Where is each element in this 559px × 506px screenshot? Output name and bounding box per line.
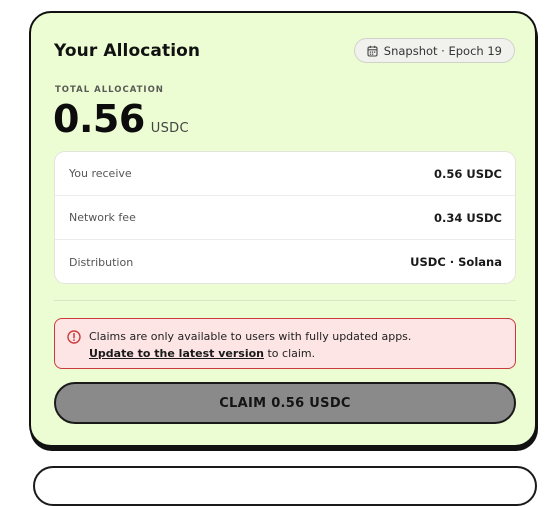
update-required-alert: Claims are only available to users with …: [54, 318, 516, 369]
alert-suffix: to claim.: [264, 347, 316, 360]
alert-action-line: Update to the latest version to claim.: [89, 345, 411, 362]
detail-value: 0.34 USDC: [434, 210, 502, 225]
allocation-amount: 0.56 USDC: [53, 97, 189, 141]
allocation-details: You receive 0.56 USDC Network fee 0.34 U…: [54, 151, 516, 284]
allocation-card: Your Allocation Snapshot · Epoch 19 TOTA…: [29, 11, 537, 447]
snapshot-badge: Snapshot · Epoch 19: [353, 38, 515, 63]
detail-row-network-fee: Network fee 0.34 USDC: [55, 196, 515, 240]
next-card: [33, 466, 537, 506]
detail-label: Distribution: [69, 255, 134, 269]
detail-value: USDC · Solana: [410, 255, 502, 269]
alert-message: Claims are only available to users with …: [89, 330, 412, 343]
amount-unit: USDC: [150, 121, 189, 136]
update-app-link[interactable]: Update to the latest version: [89, 347, 264, 360]
amount-value: 0.56: [53, 97, 145, 141]
detail-label: You receive: [69, 167, 132, 180]
section-divider: [54, 300, 516, 301]
snapshot-label: Snapshot · Epoch 19: [383, 43, 502, 58]
detail-label: Network fee: [69, 211, 136, 224]
detail-value: 0.56 USDC: [434, 166, 502, 181]
detail-row-you-receive: You receive 0.56 USDC: [55, 152, 515, 196]
detail-row-distribution: Distribution USDC · Solana: [55, 240, 515, 283]
alert-circle-icon: [67, 330, 81, 344]
calendar-icon: [367, 45, 378, 57]
card-title: Your Allocation: [54, 41, 201, 61]
alert-text: Claims are only available to users with …: [89, 328, 411, 362]
claim-button[interactable]: CLAIM 0.56 USDC: [54, 382, 516, 424]
total-allocation-label: TOTAL ALLOCATION: [55, 85, 164, 95]
